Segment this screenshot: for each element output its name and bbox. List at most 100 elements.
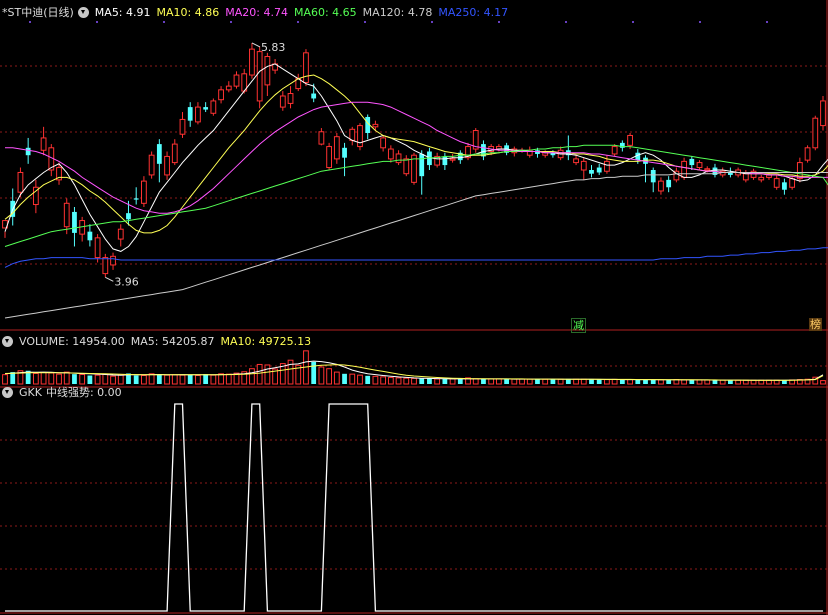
- volume-bar-down: [457, 379, 463, 384]
- candle-body-up: [395, 153, 402, 164]
- candle-body-down: [72, 211, 77, 233]
- volume-bar-down: [596, 379, 602, 384]
- volume-bar-down: [643, 379, 648, 384]
- candle-body-up: [333, 136, 340, 160]
- volume-bar-down: [442, 378, 448, 384]
- candle-body-down: [311, 93, 317, 99]
- volume-bar-down: [504, 379, 509, 384]
- candle-body-up: [742, 173, 749, 181]
- candle-body-up: [681, 160, 687, 178]
- volume-bar-up: [380, 376, 387, 385]
- volume-bar-up: [264, 364, 271, 385]
- marker-dot: [632, 21, 634, 23]
- volume-bar-up: [580, 378, 587, 385]
- volume-bar-up: [349, 373, 356, 385]
- volume-bar-down: [650, 379, 656, 384]
- candle-body-up: [573, 158, 579, 164]
- candle-body-up: [287, 93, 294, 104]
- volume-bar-up: [210, 374, 217, 385]
- volume-bar-down: [156, 374, 162, 384]
- volume-bar-up: [326, 368, 333, 385]
- volume-bar-up: [249, 368, 255, 385]
- volume-bar-up: [526, 378, 533, 385]
- volume-bar-up: [333, 371, 340, 385]
- candle-body-up: [225, 85, 232, 91]
- volume-bar-up: [179, 374, 186, 385]
- candle-body-up: [820, 100, 826, 127]
- volume-bar-down: [689, 379, 695, 384]
- candle-body-up: [318, 131, 325, 145]
- volume-bar-up: [750, 379, 757, 385]
- candle-body-down: [87, 231, 93, 241]
- ma20-label: MA20: 4.74: [225, 5, 288, 19]
- stock-title: *ST中迪(日线): [2, 6, 74, 19]
- ma250-label: MA250: 4.17: [438, 5, 509, 19]
- candle-body-up: [380, 137, 387, 149]
- candle-body-down: [133, 198, 139, 200]
- volume-bar-up: [488, 378, 495, 385]
- volume-bar-up: [171, 374, 178, 385]
- candle-body-up: [148, 154, 155, 176]
- candle-body-down: [596, 167, 602, 173]
- candle-body-up: [696, 162, 703, 169]
- low-price-label: 3.96: [114, 275, 139, 288]
- marker-dot: [565, 21, 567, 23]
- candle-body-up: [372, 123, 379, 128]
- volume-bar-down: [365, 375, 371, 384]
- low-pointer: [105, 276, 114, 282]
- volume-bar-down: [419, 378, 425, 384]
- volume-bar-up: [820, 380, 826, 385]
- stock-chart-canvas: 5.83 3.96: [0, 0, 828, 615]
- volume-bar-up: [256, 363, 263, 385]
- candle-body-down: [342, 147, 347, 158]
- candle-body-up: [303, 52, 309, 83]
- candle-body-down: [442, 156, 448, 166]
- chevron-down-icon[interactable]: [2, 335, 13, 347]
- ma5-label: MA5: 4.91: [94, 5, 151, 19]
- candle-body-down: [419, 153, 425, 177]
- volume-bar-up: [658, 379, 664, 385]
- volume-bar-up: [434, 378, 441, 385]
- grid-lines: [0, 0, 828, 615]
- candlestick-series: [2, 42, 826, 278]
- candle-body-up: [94, 237, 101, 259]
- marker-dot: [498, 21, 500, 23]
- candle-body-up: [264, 56, 271, 86]
- candle-body-up: [611, 146, 618, 155]
- volume-bar-up: [141, 375, 147, 385]
- volume-bar-down: [589, 379, 594, 384]
- candle-body-up: [164, 155, 170, 176]
- ranking-badge[interactable]: 榜: [809, 318, 822, 331]
- volume-bar-down: [187, 374, 193, 384]
- volume-bar-up: [573, 378, 579, 385]
- ma120-label: MA120: 4.78: [362, 5, 433, 19]
- candle-body-down: [650, 170, 656, 183]
- candle-body-up: [580, 160, 587, 171]
- chevron-down-icon[interactable]: [77, 6, 89, 18]
- candle-body-down: [156, 144, 162, 164]
- candle-body-down: [666, 179, 672, 188]
- candle-body-up: [17, 171, 24, 193]
- ma60-label: MA60: 4.65: [293, 5, 357, 19]
- candle-body-down: [203, 107, 209, 110]
- candle-body-up: [449, 158, 456, 161]
- candle-body-up: [758, 176, 765, 181]
- volume-bar-up: [218, 373, 224, 385]
- candle-body-up: [279, 95, 286, 108]
- candle-body-up: [141, 180, 147, 204]
- ma10-label: MA10: 4.86: [156, 5, 220, 19]
- volume-bar-down: [666, 379, 672, 384]
- chevron-down-icon[interactable]: [2, 386, 13, 398]
- candle-body-up: [218, 89, 224, 101]
- reduce-badge[interactable]: 减: [571, 318, 586, 333]
- gkk-value: 中线强势: 0.00: [45, 386, 122, 399]
- volume-bar-up: [766, 379, 772, 385]
- volume-bar-up: [495, 378, 502, 385]
- candle-body-down: [589, 170, 594, 174]
- volume-bar-up: [681, 379, 687, 385]
- high-price-label: 5.83: [261, 41, 286, 54]
- gkk-line: [5, 403, 823, 612]
- marker-dot: [96, 21, 98, 23]
- volume-bar-up: [287, 359, 294, 385]
- marker-dot: [699, 21, 701, 23]
